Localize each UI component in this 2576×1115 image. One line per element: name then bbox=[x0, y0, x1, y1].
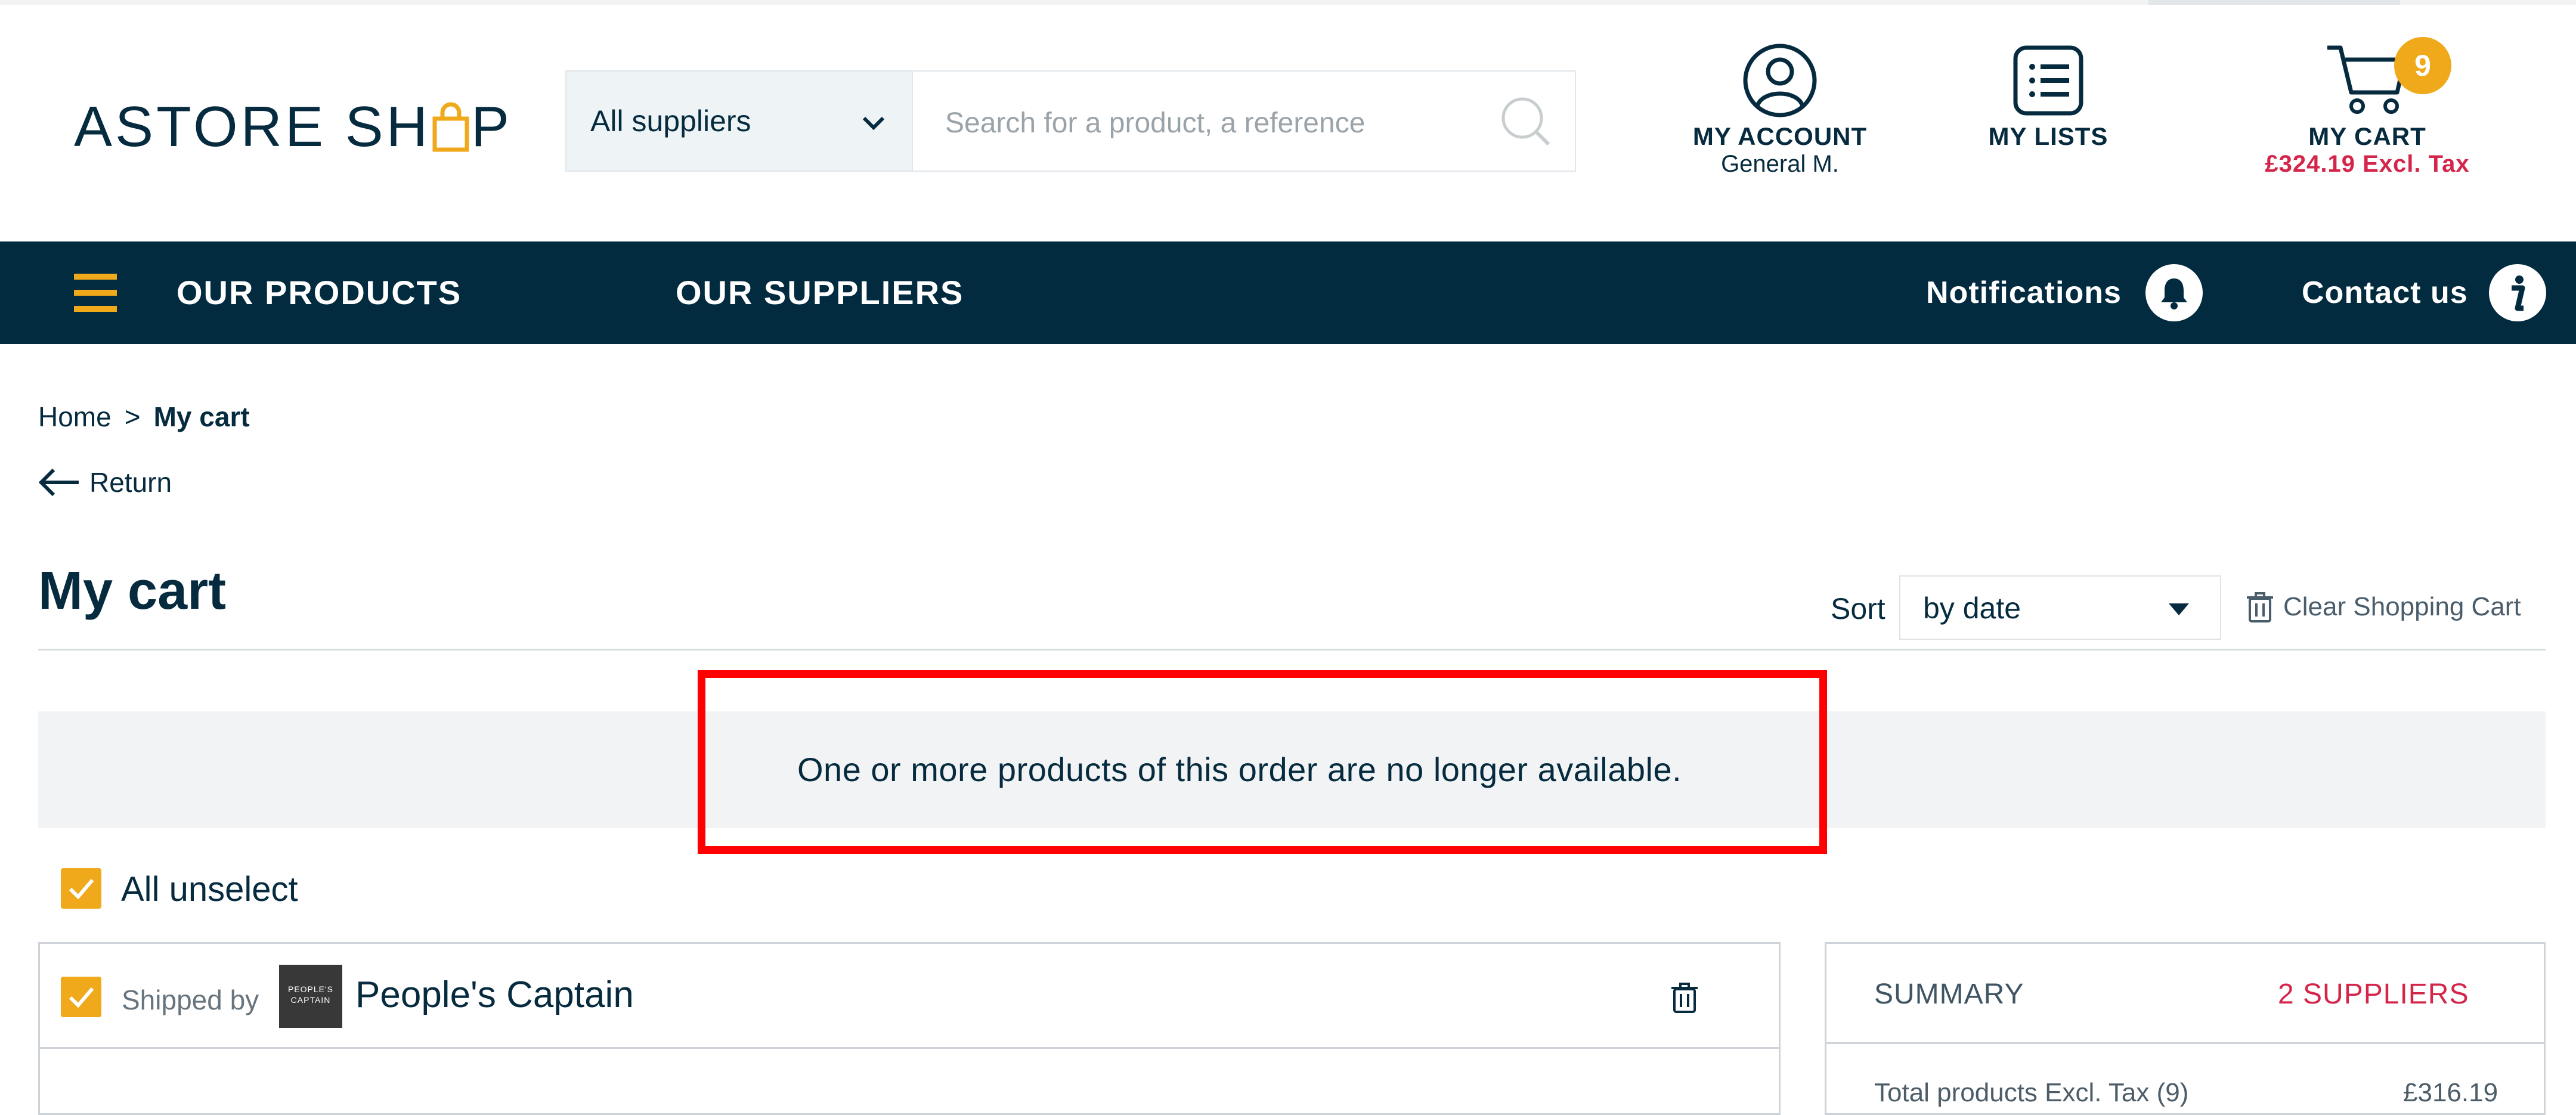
breadcrumb-home[interactable]: Home bbox=[38, 401, 112, 432]
summary-suppliers-count: 2 SUPPLIERS bbox=[2278, 978, 2469, 1010]
search-icon[interactable] bbox=[1498, 94, 1552, 148]
bell-icon[interactable] bbox=[2145, 264, 2203, 321]
nav-notifications[interactable]: Notifications bbox=[1926, 241, 2122, 344]
alert-highlight-box bbox=[698, 670, 1827, 854]
return-link[interactable]: Return bbox=[38, 466, 172, 498]
contact-label: Contact us bbox=[2302, 275, 2468, 310]
shopping-bag-icon bbox=[432, 102, 469, 152]
trash-icon bbox=[2247, 592, 2273, 622]
page-title: My cart bbox=[38, 561, 227, 621]
breadcrumb: Home > My cart bbox=[38, 401, 250, 433]
select-all-checkbox[interactable] bbox=[61, 868, 101, 909]
nav-our-suppliers[interactable]: OUR SUPPLIERS bbox=[676, 241, 964, 344]
summary-divider bbox=[1825, 1042, 2546, 1044]
chevron-down-icon bbox=[862, 116, 885, 131]
supplier-logo: PEOPLE'S CAPTAIN bbox=[279, 965, 342, 1028]
supplier-logo-text: PEOPLE'S CAPTAIN bbox=[287, 984, 334, 1005]
logo-text-right: P bbox=[471, 95, 513, 159]
trash-icon[interactable] bbox=[1670, 981, 1699, 1014]
logo-text-left: ASTORE SH bbox=[74, 95, 431, 159]
checkmark-icon bbox=[69, 879, 94, 900]
sort-select[interactable]: by date bbox=[1899, 575, 2221, 640]
shipped-by-label: Shipped by bbox=[122, 984, 259, 1015]
nav-our-products[interactable]: OUR PRODUCTS bbox=[177, 241, 462, 344]
account-user-name: General M. bbox=[1721, 151, 1839, 177]
supplier-checkbox[interactable] bbox=[61, 977, 101, 1017]
summary-title: SUMMARY bbox=[1874, 978, 2024, 1010]
search-input[interactable] bbox=[944, 95, 1483, 150]
cart-count-badge: 9 bbox=[2394, 37, 2451, 94]
notifications-label: Notifications bbox=[1926, 275, 2122, 310]
supplier-filter-select[interactable]: All suppliers bbox=[565, 70, 913, 172]
checkmark-icon bbox=[69, 987, 94, 1008]
arrow-left-icon bbox=[38, 468, 79, 497]
sort-value: by date bbox=[1923, 591, 2021, 625]
list-icon bbox=[2013, 45, 2083, 116]
store-logo[interactable]: ASTORE SH P bbox=[74, 88, 512, 166]
my-cart-label: MY CART bbox=[2308, 122, 2426, 150]
title-divider bbox=[38, 649, 2546, 651]
nav-contact-us[interactable]: Contact us bbox=[2302, 241, 2468, 344]
supplier-card-divider bbox=[38, 1047, 1781, 1049]
sort-label: Sort bbox=[1831, 592, 1885, 625]
breadcrumb-separator: > bbox=[124, 401, 141, 432]
select-all-label[interactable]: All unselect bbox=[121, 869, 298, 909]
hamburger-menu-icon[interactable] bbox=[74, 271, 117, 314]
my-lists-link[interactable]: MY LISTS bbox=[1968, 42, 2129, 151]
user-icon bbox=[1743, 44, 1817, 117]
info-icon[interactable] bbox=[2489, 264, 2546, 321]
my-lists-label: MY LISTS bbox=[1988, 122, 2109, 150]
caret-down-icon bbox=[2169, 603, 2189, 615]
my-cart-link[interactable]: MY CART £324.19 Excl. Tax bbox=[2242, 36, 2493, 178]
clear-cart-button[interactable]: Clear Shopping Cart bbox=[2245, 590, 2521, 624]
my-account-label: MY ACCOUNT bbox=[1692, 122, 1868, 150]
cart-total: £324.19 Excl. Tax bbox=[2265, 151, 2470, 177]
my-account-link[interactable]: MY ACCOUNT General M. bbox=[1682, 42, 1878, 178]
clear-cart-label: Clear Shopping Cart bbox=[2283, 592, 2521, 621]
top-strip-segment bbox=[2148, 0, 2400, 5]
return-label: Return bbox=[89, 467, 172, 498]
supplier-filter-value: All suppliers bbox=[590, 104, 751, 138]
search-box bbox=[913, 70, 1576, 172]
supplier-name[interactable]: People's Captain bbox=[355, 974, 634, 1016]
breadcrumb-current: My cart bbox=[153, 401, 250, 432]
